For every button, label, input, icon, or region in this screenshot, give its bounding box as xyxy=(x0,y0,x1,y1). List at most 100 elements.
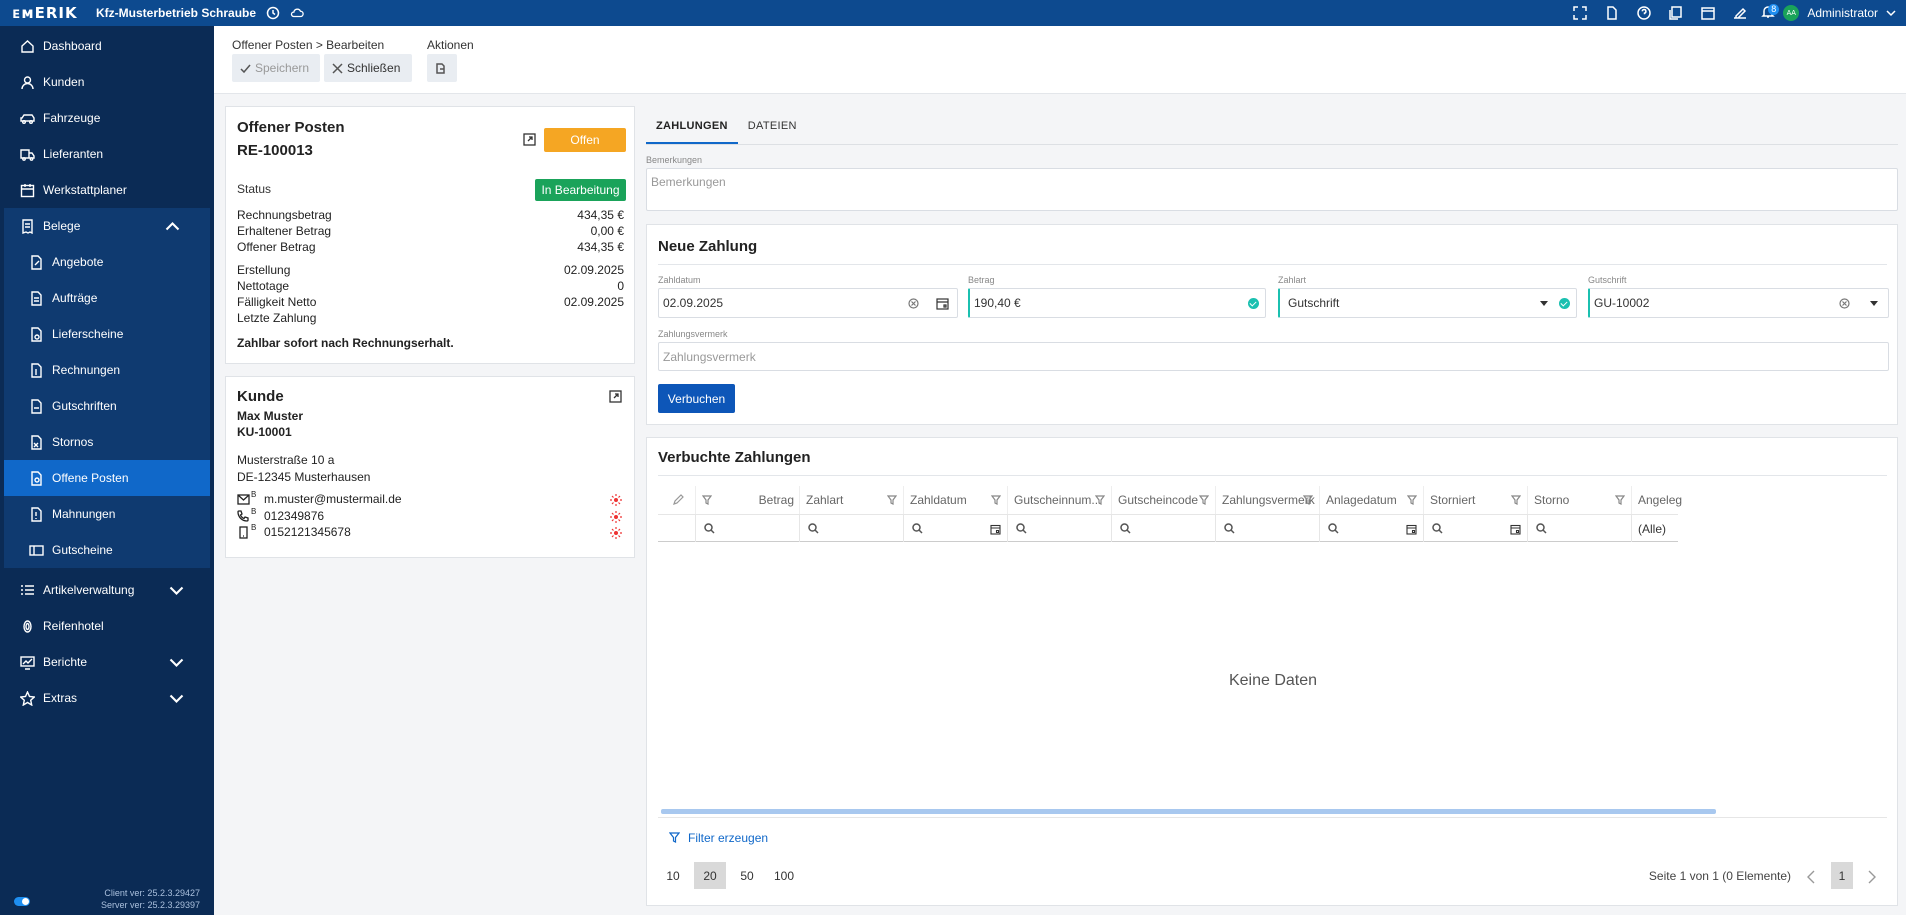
next-page-icon[interactable] xyxy=(1867,870,1877,884)
col-header-anlagedatum[interactable]: Anlagedatum xyxy=(1319,486,1423,514)
tab-dateien[interactable]: DATEIEN xyxy=(738,112,807,144)
cloud-sync-icon[interactable] xyxy=(290,6,304,20)
col-header-zahldatum[interactable]: Zahldatum xyxy=(903,486,1007,514)
filter-cell-zahlungsvermerk[interactable] xyxy=(1215,515,1319,542)
sidebar-item-stornos[interactable]: Stornos xyxy=(4,424,210,460)
sidebar-item-gutschriften[interactable]: Gutschriften xyxy=(4,388,210,424)
sidebar-item-belege[interactable]: Belege xyxy=(4,208,210,244)
customer-phone[interactable]: 012349876 xyxy=(264,509,324,523)
remove-icon[interactable] xyxy=(610,494,622,506)
remove-icon[interactable] xyxy=(610,527,622,539)
actions-button[interactable] xyxy=(427,54,457,82)
state-badge[interactable]: Offen xyxy=(544,128,626,152)
gutschrift-select[interactable]: GU-10002 xyxy=(1588,288,1889,318)
chevron-down-icon[interactable] xyxy=(169,583,184,598)
chevron-down-icon[interactable] xyxy=(169,655,184,670)
filter-icon[interactable] xyxy=(1511,495,1521,505)
col-header-storniert[interactable]: Storniert xyxy=(1423,486,1527,514)
dropdown-arrow-icon[interactable] xyxy=(1540,301,1548,310)
col-header-storno[interactable]: Storno xyxy=(1527,486,1631,514)
calendar-icon[interactable] xyxy=(936,297,949,310)
theme-toggle[interactable] xyxy=(14,897,30,906)
chevron-down-icon[interactable] xyxy=(169,691,184,706)
dropdown-arrow-icon[interactable] xyxy=(1870,301,1878,310)
open-external-icon[interactable] xyxy=(609,390,622,403)
filter-cell-storniert[interactable] xyxy=(1423,515,1527,542)
filter-icon[interactable] xyxy=(702,495,712,505)
copy-icon[interactable] xyxy=(1669,6,1683,20)
sidebar-item-reifenhotel[interactable]: Reifenhotel xyxy=(0,608,214,644)
col-header-gutscheincode[interactable]: Gutscheincode xyxy=(1111,486,1215,514)
user-name[interactable]: Administrator xyxy=(1807,6,1878,20)
customer-name[interactable]: Max Muster xyxy=(237,409,303,423)
filter-icon[interactable] xyxy=(1095,495,1105,505)
open-external-icon[interactable] xyxy=(523,133,536,146)
avatar[interactable]: AA xyxy=(1783,5,1800,21)
customer-number[interactable]: KU-10001 xyxy=(237,425,292,439)
filter-icon[interactable] xyxy=(887,495,897,505)
sidebar-item-dashboard[interactable]: Dashboard xyxy=(0,28,214,64)
col-header-gutscheinnummer[interactable]: Gutscheinnum... xyxy=(1007,486,1111,514)
calendar-icon[interactable] xyxy=(1510,524,1521,535)
document-icon[interactable] xyxy=(1605,6,1619,20)
sidebar-item-angebote[interactable]: Angebote xyxy=(4,244,210,280)
filter-icon[interactable] xyxy=(669,832,680,843)
chevron-up-icon[interactable] xyxy=(165,219,180,234)
page-size-20[interactable]: 20 xyxy=(694,862,726,889)
filter-icon[interactable] xyxy=(1303,495,1313,505)
sidebar-item-auftraege[interactable]: Aufträge xyxy=(4,280,210,316)
sidebar-item-kunden[interactable]: Kunden xyxy=(0,64,214,100)
filter-icon[interactable] xyxy=(1199,495,1209,505)
prev-page-icon[interactable] xyxy=(1806,870,1816,884)
sidebar-item-artikelverwaltung[interactable]: Artikelverwaltung xyxy=(0,572,214,608)
tab-zahlungen[interactable]: ZAHLUNGEN xyxy=(646,112,738,144)
horizontal-scrollbar[interactable] xyxy=(661,809,1716,814)
bemerkungen-textarea[interactable]: Bemerkungen xyxy=(646,168,1898,211)
help-icon[interactable] xyxy=(1637,6,1652,20)
filter-create-link[interactable]: Filter erzeugen xyxy=(688,831,768,845)
betrag-input[interactable]: 190,40 € xyxy=(968,288,1266,318)
col-header-betrag[interactable]: Betrag xyxy=(695,486,799,514)
calendar-icon[interactable] xyxy=(1406,524,1417,535)
fullscreen-icon[interactable] xyxy=(1573,6,1588,20)
zahlart-select[interactable]: Gutschrift xyxy=(1278,288,1577,318)
page-size-50[interactable]: 50 xyxy=(731,862,763,889)
remove-icon[interactable] xyxy=(610,511,622,523)
history-icon[interactable] xyxy=(266,6,280,20)
notifications[interactable]: 8 xyxy=(1761,3,1780,22)
vermerk-input[interactable]: Zahlungsvermerk xyxy=(658,342,1889,371)
filter-cell-storno[interactable] xyxy=(1527,515,1631,542)
sign-icon[interactable] xyxy=(1733,6,1747,20)
sidebar-item-lieferanten[interactable]: Lieferanten xyxy=(0,136,214,172)
sidebar-item-berichte[interactable]: Berichte xyxy=(0,644,214,680)
sidebar-item-rechnungen[interactable]: Rechnungen xyxy=(4,352,210,388)
page-size-10[interactable]: 10 xyxy=(657,862,689,889)
customer-mobile[interactable]: 0152121345678 xyxy=(264,525,351,539)
col-header-zahlungsvermerk[interactable]: Zahlungsvermerk xyxy=(1215,486,1319,514)
page-number-1[interactable]: 1 xyxy=(1831,862,1853,889)
customer-email[interactable]: m.muster@mustermail.de xyxy=(264,492,402,506)
calendar-icon[interactable] xyxy=(1701,6,1716,20)
filter-cell-anlagedatum[interactable] xyxy=(1319,515,1423,542)
sidebar-item-mahnungen[interactable]: Mahnungen xyxy=(4,496,210,532)
filter-cell-betrag[interactable] xyxy=(695,515,799,542)
filter-cell-angelegt[interactable]: (Alle) xyxy=(1631,515,1678,542)
calendar-icon[interactable] xyxy=(990,524,1001,535)
sidebar-item-gutscheine[interactable]: Gutscheine xyxy=(4,532,210,568)
sidebar-item-extras[interactable]: Extras xyxy=(0,680,214,716)
save-button[interactable]: Speichern xyxy=(232,54,320,82)
col-header-angelegt[interactable]: Angeleg xyxy=(1631,486,1691,514)
filter-cell-zahlart[interactable] xyxy=(799,515,903,542)
filter-cell-zahldatum[interactable] xyxy=(903,515,1007,542)
clear-icon[interactable] xyxy=(1839,298,1850,309)
filter-cell-gutscheincode[interactable] xyxy=(1111,515,1215,542)
filter-icon[interactable] xyxy=(1407,495,1417,505)
chevron-down-icon[interactable] xyxy=(1886,6,1896,20)
filter-icon[interactable] xyxy=(1615,495,1625,505)
app-logo[interactable]: ᴇᴍERIK xyxy=(12,4,94,22)
sidebar-item-lieferscheine[interactable]: Lieferscheine xyxy=(4,316,210,352)
filter-icon[interactable] xyxy=(991,495,1001,505)
verbuchen-button[interactable]: Verbuchen xyxy=(658,384,735,413)
close-button[interactable]: Schließen xyxy=(324,54,412,82)
sidebar-item-fahrzeuge[interactable]: Fahrzeuge xyxy=(0,100,214,136)
